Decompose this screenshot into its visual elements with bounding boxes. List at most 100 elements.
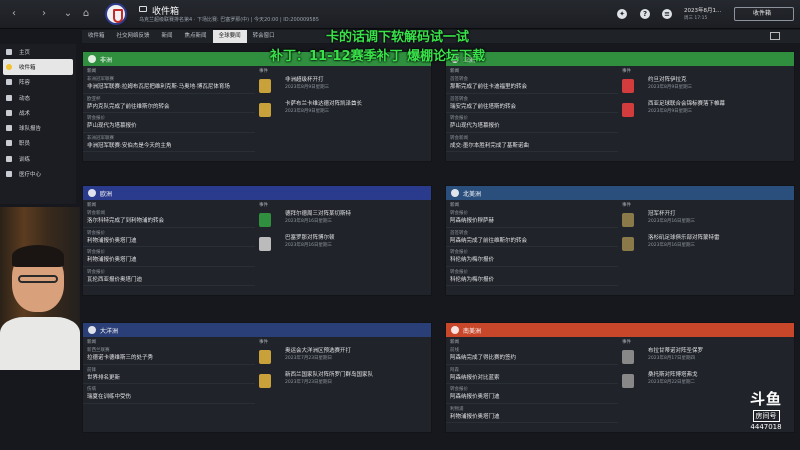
sidebar-item-5[interactable]: 球队报告 <box>0 120 76 135</box>
menu-icon[interactable]: ≡ <box>662 9 672 19</box>
region-name: 南美洲 <box>463 327 482 335</box>
webcam-overlay <box>0 207 80 370</box>
news-item[interactable]: 首签转会 瑞安完成了前往塔斯的转会 <box>446 94 618 114</box>
chevron-down-icon[interactable]: ⌄ <box>62 8 74 20</box>
event-title: 巴塞罗那对阵博尔顿 <box>285 235 335 241</box>
tab-1[interactable]: 社交网络反馈 <box>111 30 156 43</box>
news-item[interactable]: 非洲冠军联赛 非洲冠军联赛:拉姆布瓦尼把维利克斯·马奥地·博瓦尼体育场 <box>83 74 255 94</box>
event-item[interactable]: 巴塞罗那对阵博尔顿 2023年8月16日星期三 <box>255 232 431 256</box>
event-item[interactable]: 新西兰国家队对阵所罗门群岛国家队 2023年7月23日星期日 <box>255 369 431 393</box>
news-item[interactable]: 转会新闻 洛尔科特完成了到利物浦的转会 <box>83 208 255 228</box>
region-card-header[interactable]: 南美洲 <box>446 323 794 337</box>
event-date: 2023年8月9日星期三 <box>648 85 693 90</box>
region-card: 亚洲 新闻 事件 首签转会 那斯完成了前往卡迪福里的转会 首签转会 瑞安完成了前往塔斯的转会… <box>445 51 795 162</box>
region-card-header[interactable]: 亚洲 <box>446 52 794 66</box>
news-item[interactable]: 利物浦 利物浦报价奥塔门迪 <box>446 404 618 424</box>
events-list: 约旦对阵伊拉克 2023年8月9日星期三 西亚足球联合会锦标赛落下帷幕 2023年8月… <box>618 74 794 122</box>
region-card-header[interactable]: 北美洲 <box>446 186 794 200</box>
game-date-sub: 周三 17:15 <box>684 16 708 21</box>
event-title: 非洲超级杯开打 <box>285 77 324 83</box>
event-item[interactable]: 德拜尔德周三对阵某切斯特 2023年8月16日星期三 <box>255 208 431 232</box>
news-item[interactable]: 转会报价 利物浦报价奥塔门迪 <box>83 228 255 248</box>
news-item[interactable]: 转会报价 利物浦报价奥塔门迪 <box>83 247 255 267</box>
news-item[interactable]: 首签转会 那斯完成了前往卡迪福里的转会 <box>446 74 618 94</box>
news-item[interactable]: 转会新闻 成交:墨尔本胜利完成了基斯诺曲 <box>446 133 618 153</box>
sidebar-item-label: 医疗中心 <box>19 172 42 179</box>
news-item[interactable]: 转会报价 科伦纳为梅尔报价 <box>446 247 618 267</box>
sidebar-item-8[interactable]: 医疗中心 <box>0 166 76 181</box>
sidebar-item-7[interactable]: 训练 <box>0 151 76 166</box>
sidebar-item-6[interactable]: 职员 <box>0 136 76 151</box>
layout-icon[interactable] <box>770 32 780 40</box>
inbox-icon <box>139 6 147 12</box>
news-item[interactable]: 非洲冠军联赛 非洲冠军联赛:安伯杰是今天的主角 <box>83 133 255 153</box>
event-item[interactable]: 洛杉矶足球俱乐部对阵蒙特雷 2023年8月16日星期三 <box>618 232 794 256</box>
sidebar-item-4[interactable]: 战术 <box>0 105 76 120</box>
room-label: 房间号 <box>752 410 780 422</box>
news-category: 阿森 <box>450 367 459 373</box>
sidebar-item-icon <box>6 79 12 86</box>
sidebar-item-1[interactable]: 收件箱 <box>3 59 73 75</box>
event-title: 德拜尔德周三对阵某切斯特 <box>285 211 352 217</box>
news-item[interactable]: 转会报价 瓦伦西亚报价奥塔门迪 <box>83 267 255 287</box>
event-item[interactable]: 西亚足球联合会锦标赛落下帷幕 2023年8月9日星期三 <box>618 98 794 122</box>
news-item[interactable]: 转会报价 萨山现代为塔慕报价 <box>446 113 618 133</box>
news-headline: 利物浦报价奥塔门迪 <box>87 237 137 244</box>
competition-logo-icon <box>259 213 271 227</box>
news-category: 欧亚杯 <box>87 96 101 102</box>
club-crest-icon[interactable] <box>105 3 127 25</box>
news-item[interactable]: 阿森 阿森纳报价对比蓝索 <box>446 365 618 385</box>
news-headline: 世界排名更新 <box>87 374 121 381</box>
news-item[interactable]: 前锋 世界排名更新 <box>83 365 255 385</box>
event-item[interactable]: 冠军杯开打 2023年8月16日星期三 <box>618 208 794 232</box>
tab-5[interactable]: 转会窗口 <box>247 30 281 43</box>
competition-logo-icon <box>259 103 271 117</box>
news-category: 伤病 <box>87 387 96 393</box>
continue-button[interactable]: 收件箱 <box>734 7 794 21</box>
event-item[interactable]: 布拉甘蒂诺对阵圣保罗 2023年8月17日星期四 <box>618 345 794 369</box>
sidebar-item-icon <box>6 109 12 116</box>
news-item[interactable]: 前线 阿森纳完成了得比赛的签约 <box>446 345 618 365</box>
tab-4[interactable]: 全球要闻 <box>212 30 247 43</box>
news-item[interactable]: 转会报价 阿森纳报价奥塔门迪 <box>446 384 618 404</box>
sidebar-item-3[interactable]: 动态 <box>0 90 76 105</box>
news-item[interactable]: 新西兰联赛 拉德诺卡德维斯三的处子秀 <box>83 345 255 365</box>
news-category: 转会报价 <box>87 116 105 122</box>
news-category: 转会新闻 <box>87 211 105 216</box>
settings-icon[interactable]: ✦ <box>617 9 627 19</box>
tab-3[interactable]: 焦点新闻 <box>179 30 213 43</box>
event-item[interactable]: 卡萨布兰卡维达德对阵凯泽酋长 2023年8月9日星期三 <box>255 98 431 122</box>
events-list: 非洲超级杯开打 2023年8月9日星期三 卡萨布兰卡维达德对阵凯泽酋长 2023年8月… <box>255 74 431 122</box>
news-category: 前锋 <box>87 367 96 373</box>
event-item[interactable]: 非洲超级杯开打 2023年8月9日星期三 <box>255 74 431 98</box>
help-icon[interactable]: ? <box>640 9 650 19</box>
news-headline: 萨内克队完成了前往维斯尔的转会 <box>87 103 170 110</box>
news-headline: 那斯完成了前往卡迪福里的转会 <box>450 84 528 90</box>
news-item[interactable]: 转会报价 科伦纳为梅尔报价 <box>446 267 618 287</box>
news-category: 转会报价 <box>87 269 105 275</box>
news-category: 转会报价 <box>87 250 105 256</box>
event-item[interactable]: 约旦对阵伊拉克 2023年8月9日星期三 <box>618 74 794 98</box>
tab-2[interactable]: 新闻 <box>156 30 179 43</box>
news-item[interactable]: 伤病 瑞夏在训练中受伤 <box>83 384 255 404</box>
back-icon[interactable]: ‹ <box>8 8 20 20</box>
event-title: 桑托斯对阵博塔弗戈 <box>648 372 698 378</box>
event-title: 冠军杯开打 <box>648 211 676 217</box>
news-item[interactable]: 欧亚杯 萨内克队完成了前往维斯尔的转会 <box>83 94 255 114</box>
forward-icon[interactable]: › <box>38 8 50 20</box>
event-date: 2023年8月22日星期二 <box>648 380 696 385</box>
news-headline: 成交:墨尔本胜利完成了基斯诺曲 <box>450 142 529 149</box>
region-card-header[interactable]: 欧洲 <box>83 186 431 200</box>
tab-0[interactable]: 收件箱 <box>82 30 111 43</box>
home-icon[interactable]: ⌂ <box>80 8 92 20</box>
region-name: 大洋洲 <box>100 327 119 335</box>
news-item[interactable]: 转会报价 萨山现代为塔慕报价 <box>83 113 255 133</box>
event-item[interactable]: 奥运会大洋洲区预选赛开打 2023年7月23日星期日 <box>255 345 431 369</box>
news-category: 转会报价 <box>450 387 468 393</box>
region-card-header[interactable]: 大洋洲 <box>83 323 431 337</box>
sidebar-item-2[interactable]: 阵容 <box>0 75 76 90</box>
sidebar-item-0[interactable]: 主页 <box>0 44 76 59</box>
event-date: 2023年8月17日星期四 <box>648 356 696 361</box>
news-item[interactable]: 转会报价 阿森纳报价穆萨赫 <box>446 208 618 228</box>
news-item[interactable]: 首签转会 阿森纳完成了前往维斯尔的转会 <box>446 228 618 248</box>
